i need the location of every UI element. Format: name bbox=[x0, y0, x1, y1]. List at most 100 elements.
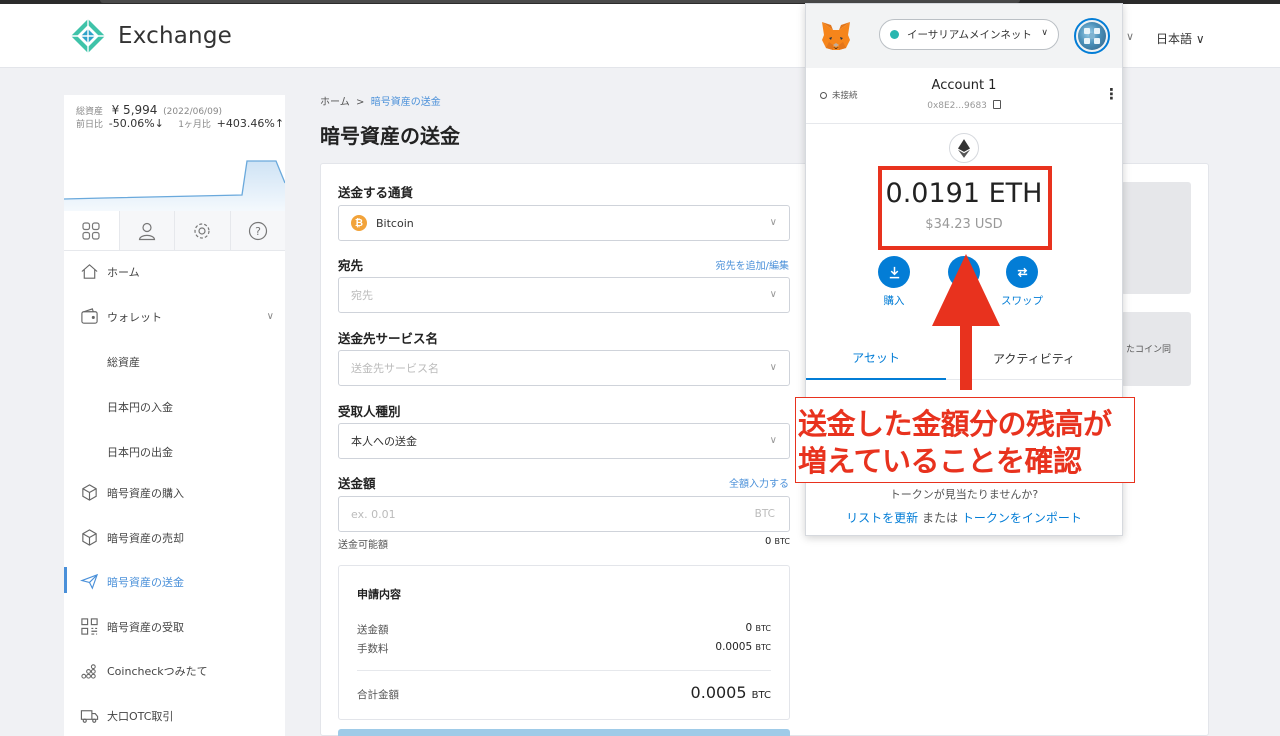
cube-icon bbox=[82, 484, 97, 501]
breadcrumb: ホーム > 暗号資産の送金 bbox=[320, 97, 441, 108]
sidebar-item-otc[interactable]: 大口OTC取引 bbox=[80, 706, 280, 725]
available-value: 0 BTC bbox=[764, 536, 790, 547]
total-assets-row: 総資産 ¥ 5,994 (2022/06/09) bbox=[76, 103, 222, 117]
info-panel-1 bbox=[1121, 182, 1191, 294]
amount-input[interactable]: ex. 0.01 BTC bbox=[338, 496, 790, 532]
summary-box: 申請内容 送金額 0 BTC 手数料 0.0005 BTC 合計金額 0.000… bbox=[338, 565, 790, 720]
swap-icon bbox=[1017, 267, 1027, 277]
amount-unit: BTC bbox=[754, 508, 775, 520]
available-label: 送金可能額 bbox=[338, 540, 388, 551]
day-change-value: -50.06%↓ bbox=[108, 117, 164, 130]
grid-icon bbox=[82, 221, 100, 240]
recipient-type-label: 受取人種別 bbox=[338, 404, 401, 419]
home-icon bbox=[81, 264, 98, 279]
sidebar-item-label: 暗号資産の受取 bbox=[107, 620, 184, 634]
user-icon bbox=[138, 222, 155, 240]
buy-label: 購入 bbox=[883, 295, 905, 307]
chevron-down-icon: ∨ bbox=[266, 311, 274, 322]
service-placeholder: 送金先サービス名 bbox=[351, 362, 439, 375]
buy-button[interactable]: 購入 bbox=[854, 256, 934, 308]
truck-icon bbox=[80, 710, 99, 723]
sidebar-item-sell-crypto[interactable]: 暗号資産の売却 bbox=[80, 528, 280, 547]
month-change-value: +403.46%↑ bbox=[216, 117, 285, 130]
summary-divider bbox=[357, 670, 771, 671]
change-row: 前日比 -50.06%↓ 1ヶ月比 +403.46%↑ bbox=[76, 117, 284, 130]
account-avatar[interactable] bbox=[1074, 18, 1110, 54]
tab-settings[interactable] bbox=[175, 211, 231, 250]
breadcrumb-current: 暗号資産の送金 bbox=[370, 97, 441, 108]
coins-icon bbox=[81, 664, 96, 679]
metamask-fox-icon[interactable] bbox=[820, 21, 852, 51]
sidebar-item-label: 暗号資産の売却 bbox=[107, 531, 184, 545]
language-label: 日本語 bbox=[1156, 32, 1193, 46]
or-text: または bbox=[921, 511, 958, 525]
sidebar-item-label: 日本円の入金 bbox=[107, 401, 173, 414]
chevron-down-icon: ∨ bbox=[769, 289, 777, 300]
import-token-link[interactable]: トークンをインポート bbox=[962, 511, 1082, 525]
summary-amount-row: 送金額 0 BTC bbox=[357, 622, 771, 636]
help-icon: ? bbox=[248, 221, 267, 240]
sidebar-item-label: 暗号資産の送金 bbox=[107, 575, 184, 589]
service-label: 送金先サービス名 bbox=[338, 331, 439, 346]
sidebar: 総資産 ¥ 5,994 (2022/06/09) 前日比 -50.06%↓ 1ヶ… bbox=[64, 95, 285, 736]
destination-label: 宛先 bbox=[338, 258, 364, 273]
sidebar-item-total-assets[interactable]: 総資産 bbox=[107, 354, 307, 370]
tab-help[interactable]: ? bbox=[230, 211, 285, 250]
coincheck-logo-icon bbox=[71, 19, 105, 53]
edit-destination-link[interactable]: 宛先を追加/編集 bbox=[716, 257, 789, 272]
sidebar-item-tsumitate[interactable]: Coincheckつみたて bbox=[80, 661, 280, 680]
send-icon bbox=[80, 573, 99, 590]
annotation-arrow-up-icon bbox=[932, 254, 1000, 390]
asset-mini-chart bbox=[64, 160, 285, 211]
sidebar-item-wallet[interactable]: ウォレット ∨ bbox=[80, 307, 280, 326]
qr-icon bbox=[81, 618, 98, 635]
gear-icon bbox=[194, 222, 210, 239]
account-menu-chevron-icon[interactable]: ∨ bbox=[1126, 30, 1134, 43]
sidebar-item-label: Coincheckつみたて bbox=[107, 664, 208, 678]
summary-fee-row: 手数料 0.0005 BTC bbox=[357, 641, 771, 655]
account-name[interactable]: Account 1 bbox=[806, 78, 1122, 93]
balance-highlight-box bbox=[878, 166, 1052, 250]
sidebar-item-jpy-withdraw[interactable]: 日本円の出金 bbox=[107, 444, 307, 460]
recipient-type-select[interactable]: 本人への送金 ∨ bbox=[338, 423, 790, 459]
ethereum-icon bbox=[949, 133, 979, 163]
metamask-header: イーサリアムメインネット ∨ bbox=[806, 4, 1122, 68]
account-address[interactable]: 0x8E2...9683 bbox=[806, 100, 1122, 111]
amount-placeholder: ex. 0.01 bbox=[351, 507, 396, 521]
destination-select[interactable]: 宛先 ∨ bbox=[338, 277, 790, 313]
sidebar-item-label: ホーム bbox=[107, 265, 140, 279]
service-select[interactable]: 送金先サービス名 ∨ bbox=[338, 350, 790, 386]
tab-menu[interactable] bbox=[64, 211, 120, 250]
submit-button[interactable] bbox=[338, 729, 790, 736]
total-assets-value: ¥ 5,994 bbox=[111, 103, 158, 117]
chevron-down-icon: ∨ bbox=[769, 362, 777, 373]
tab-account[interactable] bbox=[119, 211, 175, 250]
sidebar-item-label: 日本円の出金 bbox=[107, 446, 173, 459]
fill-all-link[interactable]: 全額入力する bbox=[729, 475, 789, 490]
brand-name: Exchange bbox=[118, 23, 232, 49]
total-assets-date: (2022/06/09) bbox=[163, 107, 223, 117]
tab-assets[interactable]: アセット bbox=[806, 336, 946, 380]
token-links: リストを更新 または トークンをインポート bbox=[806, 509, 1122, 526]
cube-icon bbox=[82, 529, 97, 546]
sidebar-item-send-crypto[interactable]: 暗号資産の送金 bbox=[80, 572, 280, 591]
sidebar-item-buy-crypto[interactable]: 暗号資産の購入 bbox=[80, 483, 280, 502]
currency-select[interactable]: ₿ Bitcoin ∨ bbox=[338, 205, 790, 241]
network-selector[interactable]: イーサリアムメインネット ∨ bbox=[879, 19, 1059, 50]
page-title: 暗号資産の送金 bbox=[320, 124, 460, 148]
language-select[interactable]: 日本語 ∨ bbox=[1156, 30, 1205, 47]
refresh-list-link[interactable]: リストを更新 bbox=[846, 511, 918, 525]
brand-logo[interactable]: Exchange bbox=[70, 18, 232, 54]
sidebar-item-home[interactable]: ホーム bbox=[80, 262, 280, 281]
summary-total-row: 合計金額 0.0005 BTC bbox=[357, 683, 771, 702]
network-status-dot bbox=[890, 30, 899, 39]
sidebar-item-jpy-deposit[interactable]: 日本円の入金 bbox=[107, 399, 307, 415]
sidebar-item-label: 総資産 bbox=[107, 356, 140, 369]
download-icon bbox=[889, 266, 899, 278]
breadcrumb-home-link[interactable]: ホーム bbox=[320, 97, 350, 108]
available-amount-row: 送金可能額 0 BTC bbox=[338, 536, 790, 551]
sidebar-item-receive-crypto[interactable]: 暗号資産の受取 bbox=[80, 617, 280, 636]
kebab-menu-icon[interactable]: ⋮ bbox=[1104, 87, 1119, 102]
annotation-callout: 送金した金額分の残高が 増えていることを確認 bbox=[795, 397, 1135, 483]
chevron-down-icon: ∨ bbox=[769, 435, 777, 446]
